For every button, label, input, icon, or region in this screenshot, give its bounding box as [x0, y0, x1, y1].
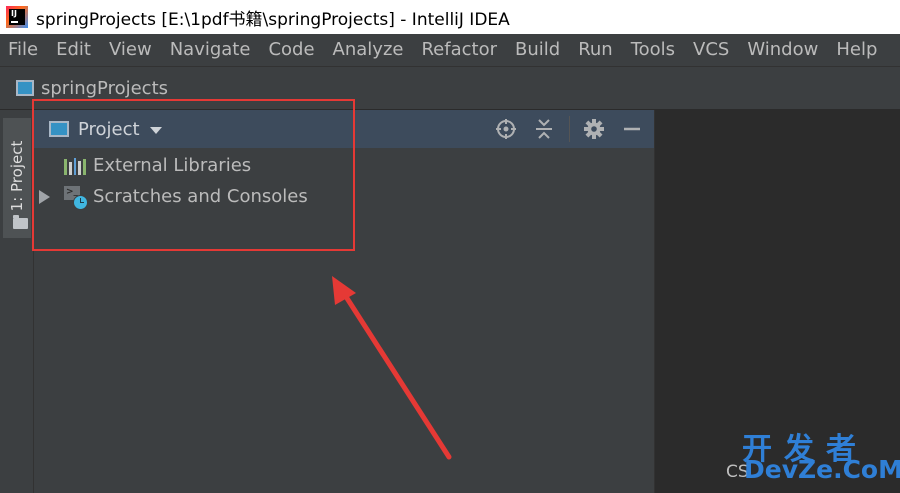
- folder-icon: [13, 215, 28, 229]
- chevron-down-icon[interactable]: [149, 126, 162, 134]
- crosshair-icon[interactable]: [495, 118, 517, 140]
- collapse-all-icon[interactable]: [533, 118, 555, 140]
- menu-edit[interactable]: Edit: [47, 34, 100, 66]
- scratch-icon: >_: [64, 185, 88, 210]
- menu-bar: File Edit View Navigate Code Analyze Ref…: [0, 34, 900, 67]
- gear-icon[interactable]: [583, 118, 605, 140]
- tree-item-label: External Libraries: [93, 155, 252, 176]
- project-tree: External Libraries >_ Scratches and Cons…: [34, 150, 654, 212]
- tree-item-external-libraries[interactable]: External Libraries: [34, 150, 654, 181]
- menu-vcs[interactable]: VCS: [684, 34, 738, 66]
- tree-item-scratches-and-consoles[interactable]: >_ Scratches and Consoles: [34, 181, 654, 212]
- project-folder-icon: [16, 80, 34, 96]
- tree-item-label: Scratches and Consoles: [93, 186, 308, 207]
- breadcrumb-project[interactable]: springProjects: [41, 78, 168, 99]
- project-view-selector[interactable]: Project: [78, 119, 140, 140]
- menu-run[interactable]: Run: [569, 34, 622, 66]
- expand-arrow-icon[interactable]: [39, 190, 50, 204]
- project-panel: Project External Libraries >_ Scratches …: [34, 110, 654, 493]
- menu-build[interactable]: Build: [506, 34, 569, 66]
- menu-tools[interactable]: Tools: [622, 34, 684, 66]
- menu-navigate[interactable]: Navigate: [161, 34, 260, 66]
- toolbar-separator: [569, 116, 570, 142]
- project-tool-tab[interactable]: 1: Project: [3, 118, 31, 238]
- menu-file[interactable]: File: [0, 34, 47, 66]
- menu-window[interactable]: Window: [738, 34, 827, 66]
- menu-help[interactable]: Help: [827, 34, 886, 66]
- intellij-app-icon[interactable]: IJ: [6, 6, 28, 28]
- menu-analyze[interactable]: Analyze: [324, 34, 413, 66]
- left-tool-strip: 1: Project: [0, 110, 34, 493]
- library-icon: [64, 157, 86, 175]
- watermark-devze-text: DevZe.CoM: [744, 455, 900, 484]
- navigation-bar: springProjects: [0, 67, 900, 110]
- project-tool-tab-label: 1: Project: [8, 140, 26, 212]
- menu-code[interactable]: Code: [259, 34, 323, 66]
- project-view-icon: [49, 121, 69, 137]
- menu-view[interactable]: View: [100, 34, 161, 66]
- project-panel-header: Project: [34, 110, 654, 148]
- minimize-icon[interactable]: [621, 118, 643, 140]
- window-title: springProjects [E:\1pdf书籍\springProjects…: [36, 9, 510, 30]
- title-bar: IJ springProjects [E:\1pdf书籍\springProje…: [0, 0, 900, 34]
- app-icon-text: IJ: [11, 9, 17, 18]
- menu-refactor[interactable]: Refactor: [412, 34, 506, 66]
